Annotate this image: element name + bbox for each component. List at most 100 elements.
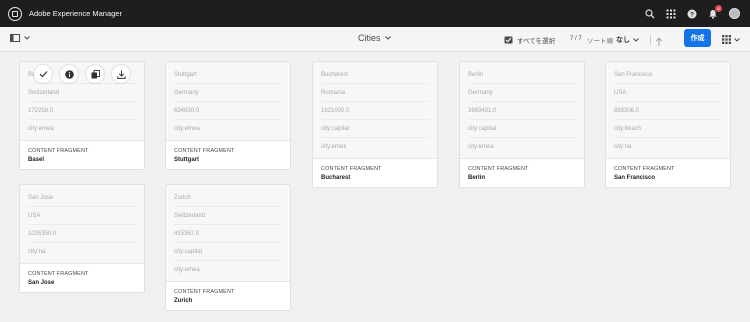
- preview-line: San Jose: [28, 189, 136, 207]
- select-checkmark-icon[interactable]: [34, 65, 52, 83]
- card-title: Berlin: [468, 175, 486, 181]
- preview-line: city:emea: [174, 267, 200, 273]
- preview-line: 1026350.0: [28, 225, 136, 243]
- chevron-down-icon: [734, 37, 740, 42]
- action-bar: Cities すべてを選択 7 / 7 ソート順 なし 作成: [0, 27, 750, 52]
- card-preview: San Francisco USA 883306.0 city:beach city:n…: [606, 62, 730, 158]
- card-title: Bucharest: [321, 175, 351, 181]
- content-fragment-card[interactable]: Stuttgart Germany 634830.0 city:emea CONTENT…: [165, 61, 291, 170]
- help-icon[interactable]: ?: [687, 9, 697, 19]
- copy-icon[interactable]: [86, 65, 104, 83]
- shell-actions: ? 4: [645, 0, 740, 27]
- card-type-label: CONTENT FRAGMENT: [321, 166, 382, 172]
- card-type-label: CONTENT FRAGMENT: [28, 271, 89, 277]
- content-fragment-card[interactable]: San Francisco USA 883306.0 city:beach city:n…: [605, 61, 731, 188]
- preview-line: 1821000.0: [321, 102, 429, 120]
- arrow-up-icon: [655, 37, 663, 46]
- card-view-icon: [722, 35, 731, 44]
- card-title: Stuttgart: [174, 157, 199, 163]
- preview-line: Germany: [174, 84, 282, 102]
- sort-label: ソート順: [587, 38, 613, 45]
- card-type-label: CONTENT FRAGMENT: [174, 289, 235, 295]
- download-icon[interactable]: [112, 65, 130, 83]
- chevron-down-icon: [384, 36, 391, 40]
- notification-badge: 4: [715, 4, 722, 12]
- card-meta: CONTENT FRAGMENT Basel: [20, 140, 144, 169]
- content-fragment-card[interactable]: Berlin Germany 3669491.0 city:capital city:e…: [459, 61, 585, 188]
- preview-line: San Francisco: [614, 66, 722, 84]
- quick-actions: [34, 65, 130, 83]
- properties-info-icon[interactable]: [60, 65, 78, 83]
- card-type-label: CONTENT FRAGMENT: [468, 166, 529, 172]
- card-preview: Berlin Germany 3669491.0 city:capital city:e…: [460, 62, 584, 158]
- card-meta: CONTENT FRAGMENT Stuttgart: [166, 140, 290, 169]
- card-preview: Stuttgart Germany 634830.0 city:emea: [166, 62, 290, 140]
- chevron-down-icon: [633, 38, 639, 42]
- preview-line: Switzerland: [28, 84, 136, 102]
- search-icon[interactable]: [645, 8, 655, 19]
- card-meta: CONTENT FRAGMENT Berlin: [460, 158, 584, 187]
- preview-line: city:emea: [174, 126, 200, 132]
- preview-line: USA: [28, 207, 136, 225]
- content-fragment-card[interactable]: Bucharest Romania 1821000.0 city:capital cit…: [312, 61, 438, 188]
- preview-line: city:capital: [174, 243, 282, 261]
- select-all-button[interactable]: すべてを選択: [504, 35, 555, 45]
- preview-line: 883306.0: [614, 102, 722, 120]
- shell-header: Adobe Experience Manager ? 4: [0, 0, 750, 27]
- card-type-label: CONTENT FRAGMENT: [614, 166, 675, 172]
- preview-line: 634830.0: [174, 102, 282, 120]
- content-fragment-card[interactable]: San Jose USA 1026350.0 city:na CONTENT FRAGM…: [19, 184, 145, 293]
- divider: [650, 35, 651, 45]
- select-all-label: すべてを選択: [517, 38, 556, 45]
- preview-line: city:emea: [468, 144, 494, 150]
- preview-line: city:capital: [321, 120, 429, 138]
- preview-line: Romania: [321, 84, 429, 102]
- preview-line: Berlin: [468, 66, 576, 84]
- card-title: Basel: [28, 157, 45, 163]
- preview-line: Stuttgart: [174, 66, 282, 84]
- sort-value: なし: [616, 37, 630, 44]
- sort-dropdown[interactable]: ソート順 なし: [587, 35, 639, 45]
- folder-title-dropdown[interactable]: Cities: [358, 33, 391, 43]
- preview-line: 172258.0: [28, 102, 136, 120]
- card-meta: CONTENT FRAGMENT Zurich: [166, 281, 290, 310]
- notifications-bell-icon[interactable]: 4: [708, 4, 722, 19]
- preview-line: Germany: [468, 84, 576, 102]
- preview-line: Bucharest: [321, 66, 429, 84]
- preview-line: city:emex: [321, 144, 347, 150]
- card-meta: CONTENT FRAGMENT Bucharest: [313, 158, 437, 187]
- card-preview: Zurich Switzerland 415367.0 city:capital cit…: [166, 185, 290, 281]
- preview-line: 415367.0: [174, 225, 282, 243]
- card-title: San Jose: [28, 280, 55, 286]
- chevron-down-icon: [24, 36, 30, 40]
- card-preview: San Jose USA 1026350.0 city:na: [20, 185, 144, 263]
- item-count: 7 / 7: [570, 36, 582, 42]
- svg-text:?: ?: [690, 11, 694, 18]
- preview-line: city:na: [28, 249, 46, 255]
- rail-toggle-button[interactable]: [10, 34, 30, 42]
- card-title: San Francisco: [614, 175, 656, 181]
- preview-line: Switzerland: [174, 207, 282, 225]
- content-fragment-card[interactable]: Zurich Switzerland 415367.0 city:capital cit…: [165, 184, 291, 311]
- card-title: Zurich: [174, 298, 193, 304]
- preview-line: USA: [614, 84, 722, 102]
- solutions-grid-icon[interactable]: [666, 9, 676, 19]
- create-button[interactable]: 作成: [684, 29, 711, 47]
- card-type-label: CONTENT FRAGMENT: [174, 148, 235, 154]
- preview-line: city:capital: [468, 120, 576, 138]
- preview-line: city:na: [614, 144, 632, 150]
- card-preview: Bucharest Romania 1821000.0 city:capital cit…: [313, 62, 437, 158]
- preview-line: Zurich: [174, 189, 282, 207]
- preview-line: 3669491.0: [468, 102, 576, 120]
- card-type-label: CONTENT FRAGMENT: [28, 148, 89, 154]
- app-title[interactable]: Adobe Experience Manager: [29, 9, 122, 18]
- preview-line: city:beach: [614, 120, 722, 138]
- preview-line: city:emea: [28, 126, 54, 132]
- view-switcher[interactable]: [722, 35, 740, 44]
- user-avatar[interactable]: [729, 8, 740, 19]
- rail-panel-icon: [10, 34, 20, 42]
- aem-logo-icon[interactable]: [8, 6, 22, 21]
- card-meta: CONTENT FRAGMENT San Francisco: [606, 158, 730, 187]
- card-meta: CONTENT FRAGMENT San Jose: [20, 263, 144, 292]
- sort-direction-button[interactable]: [655, 34, 663, 52]
